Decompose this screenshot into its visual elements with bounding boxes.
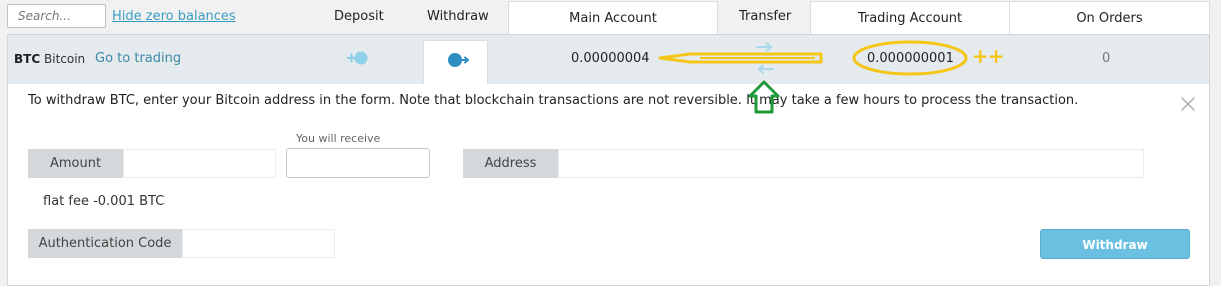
you-will-receive-label: You will receive bbox=[296, 132, 381, 145]
main-account-balance: 0.00000004 bbox=[571, 51, 650, 66]
search-input[interactable] bbox=[7, 4, 106, 28]
transfer-button[interactable] bbox=[752, 38, 778, 78]
amount-label: Amount bbox=[28, 149, 123, 178]
hide-zero-balances-link[interactable]: Hide zero balances bbox=[112, 9, 236, 24]
currency-code: BTC bbox=[14, 52, 41, 66]
main-account-column-header[interactable]: Main Account bbox=[508, 1, 718, 34]
deposit-column-header: Deposit bbox=[334, 9, 384, 24]
on-orders-balance: 0 bbox=[1102, 51, 1111, 66]
go-to-trading-link[interactable]: Go to trading bbox=[95, 51, 181, 66]
address-label: Address bbox=[463, 149, 558, 178]
plus-plus-annotation: ++ bbox=[972, 44, 1005, 68]
withdraw-instructions: To withdraw BTC, enter your Bitcoin addr… bbox=[28, 93, 1079, 108]
address-input[interactable] bbox=[558, 149, 1144, 178]
fee-text: flat fee -0.001 BTC bbox=[43, 194, 165, 209]
withdraw-column-header: Withdraw bbox=[427, 9, 489, 24]
trading-account-column-header[interactable]: Trading Account bbox=[810, 1, 1010, 34]
transfer-column-header: Transfer bbox=[739, 9, 792, 24]
you-will-receive-field bbox=[286, 148, 430, 178]
on-orders-column-header[interactable]: On Orders bbox=[1009, 1, 1210, 34]
trading-account-balance: 0.000000001 bbox=[867, 51, 954, 66]
withdraw-button[interactable] bbox=[423, 40, 488, 85]
deposit-icon bbox=[346, 51, 368, 65]
amount-input[interactable] bbox=[123, 149, 276, 178]
authentication-code-input[interactable] bbox=[182, 229, 335, 258]
withdraw-icon bbox=[448, 53, 469, 67]
deposit-button[interactable] bbox=[340, 44, 380, 72]
close-panel-button[interactable] bbox=[1180, 96, 1196, 112]
close-icon bbox=[1181, 97, 1195, 111]
transfer-arrows-icon bbox=[756, 42, 774, 74]
currency-name: Bitcoin bbox=[44, 52, 86, 66]
authentication-code-label: Authentication Code bbox=[28, 229, 182, 258]
withdraw-submit-button[interactable]: Withdraw bbox=[1040, 229, 1190, 259]
